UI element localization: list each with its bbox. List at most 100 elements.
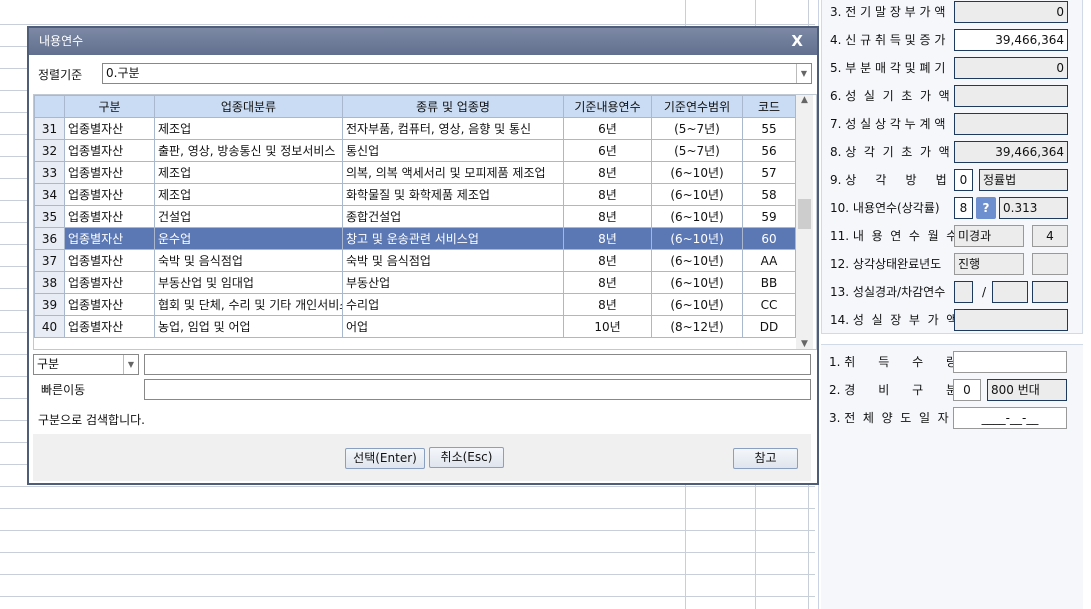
faithful-book-field xyxy=(954,309,1068,331)
table-row[interactable]: 35 업종별자산 건설업 종합건설업 8년 (6~10년) 59 xyxy=(34,205,796,228)
table-cell: 업종별자산 xyxy=(64,271,155,294)
quantity-field[interactable] xyxy=(953,351,1067,373)
table-cell: 35 xyxy=(34,205,65,228)
table-cell: CC xyxy=(742,293,796,316)
scroll-down-icon[interactable]: ▼ xyxy=(796,339,813,349)
select-button[interactable]: 선택(Enter) xyxy=(345,448,425,469)
table-row[interactable]: 33 업종별자산 제조업 의복, 의복 액세서리 및 모피제품 제조업 8년 (6~10년… xyxy=(34,161,796,184)
chevron-down-icon[interactable]: ▼ xyxy=(123,355,138,374)
table-cell: 59 xyxy=(742,205,796,228)
chevron-down-icon[interactable]: ▼ xyxy=(796,64,811,83)
table-cell: 38 xyxy=(34,271,65,294)
search-input[interactable] xyxy=(144,354,811,375)
table-cell: BB xyxy=(742,271,796,294)
table-cell: 협회 및 단체, 수리 및 기타 개인서비스 xyxy=(154,293,343,316)
table-cell: (6~10년) xyxy=(651,249,743,272)
table-cell: 업종별자산 xyxy=(64,205,155,228)
table-cell: (8~12년) xyxy=(651,315,743,338)
prior-book-value-field: 0 xyxy=(954,1,1068,23)
scroll-up-icon[interactable]: ▲ xyxy=(796,95,813,105)
label-faithful-years: 13. 성실경과/차감연수 xyxy=(830,285,946,299)
table-cell: 31 xyxy=(34,117,65,140)
column-header[interactable]: 기준내용연수 xyxy=(563,95,652,118)
label-useful-months: 11. 내 용 연 수 월 수 xyxy=(830,229,958,243)
sort-select[interactable]: 0.구분 ▼ xyxy=(102,63,812,84)
table-cell: 제조업 xyxy=(154,183,343,206)
table-cell: 업종별자산 xyxy=(64,315,155,338)
table-cell: 57 xyxy=(742,161,796,184)
table-row[interactable]: 34 업종별자산 제조업 화학물질 및 화학제품 제조업 8년 (6~10년) 58 xyxy=(34,183,796,206)
table-cell: 업종별자산 xyxy=(64,249,155,272)
table-cell: 6년 xyxy=(563,139,652,162)
table-cell: 화학물질 및 화학제품 제조업 xyxy=(342,183,564,206)
table-cell: (6~10년) xyxy=(651,183,743,206)
table-cell: AA xyxy=(742,249,796,272)
help-icon[interactable]: ? xyxy=(976,197,996,219)
dep-base-field: 39,466,364 xyxy=(954,141,1068,163)
table-cell: 업종별자산 xyxy=(64,227,155,250)
table-cell: 운수업 xyxy=(154,227,343,250)
table-cell: 의복, 의복 액세서리 및 모피제품 제조업 xyxy=(342,161,564,184)
table-row[interactable]: 40 업종별자산 농업, 임업 및 어업 어업 10년 (8~12년) DD xyxy=(34,315,796,338)
column-header[interactable]: 종류 및 업종명 xyxy=(342,95,564,118)
table-cell: 제조업 xyxy=(154,117,343,140)
dep-method-name: 정률법 xyxy=(979,169,1068,191)
table-cell: 8년 xyxy=(563,293,652,316)
faithful-extra-field xyxy=(1032,281,1068,303)
table-cell: (6~10년) xyxy=(651,227,743,250)
column-header[interactable]: 코드 xyxy=(742,95,796,118)
sort-label: 정렬기준 xyxy=(38,68,83,82)
label-faithful-base: 6. 성 실 기 초 가 액 xyxy=(830,89,950,103)
table-cell: 종합건설업 xyxy=(342,205,564,228)
table-cell: 통신업 xyxy=(342,139,564,162)
table-cell: (6~10년) xyxy=(651,271,743,294)
table-row[interactable]: 38 업종별자산 부동산업 및 임대업 부동산업 8년 (6~10년) BB xyxy=(34,271,796,294)
faithful-deduct-field xyxy=(992,281,1028,303)
label-new-acquisition: 4. 신 규 취 득 및 증 가 xyxy=(830,33,946,47)
table-cell: 업종별자산 xyxy=(64,161,155,184)
table-row[interactable]: 32 업종별자산 출판, 영상, 방송통신 및 정보서비스 통신업 6년 (5~7년) 56 xyxy=(34,139,796,162)
label-completion-year: 12. 상각상태완료년도 xyxy=(830,257,942,271)
table-cell: 부동산업 xyxy=(342,271,564,294)
table-cell: 농업, 임업 및 어업 xyxy=(154,315,343,338)
table-cell: (6~10년) xyxy=(651,161,743,184)
table-cell: 출판, 영상, 방송통신 및 정보서비스 xyxy=(154,139,343,162)
table-cell: 전자부품, 컴퓨터, 영상, 음향 및 통신 xyxy=(342,117,564,140)
label-dep-base: 8. 상 각 기 초 가 액 xyxy=(830,145,950,159)
expense-code-field[interactable]: 0 xyxy=(953,379,981,401)
label-transfer-date: 3. 전 체 양 도 일 자 xyxy=(829,411,949,425)
quick-move-input[interactable] xyxy=(144,379,811,400)
table-row[interactable]: 39 업종별자산 협회 및 단체, 수리 및 기타 개인서비스 수리업 8년 (6~10년… xyxy=(34,293,796,316)
table-cell: 33 xyxy=(34,161,65,184)
scrollbar-thumb[interactable] xyxy=(798,199,811,229)
table-cell: (6~10년) xyxy=(651,205,743,228)
table-cell: 어업 xyxy=(342,315,564,338)
transfer-date-field[interactable]: ____-__-__ xyxy=(953,407,1067,429)
search-field-select[interactable]: 구분 ▼ xyxy=(33,354,139,375)
table-cell: 숙박 및 음식점업 xyxy=(342,249,564,272)
new-acquisition-field[interactable]: 39,466,364 xyxy=(954,29,1068,51)
table-scrollbar[interactable]: ▲ ▼ xyxy=(796,95,813,349)
table-cell: 55 xyxy=(742,117,796,140)
column-header[interactable] xyxy=(34,95,65,118)
table-cell: 32 xyxy=(34,139,65,162)
table-row[interactable]: 31 업종별자산 제조업 전자부품, 컴퓨터, 영상, 음향 및 통신 6년 (5~7년)… xyxy=(34,117,796,140)
close-icon[interactable]: X xyxy=(791,28,803,55)
column-header[interactable]: 구분 xyxy=(64,95,155,118)
table-cell: 부동산업 및 임대업 xyxy=(154,271,343,294)
table-row[interactable]: 37 업종별자산 숙박 및 음식점업 숙박 및 음식점업 8년 (6~10년) AA xyxy=(34,249,796,272)
depreciation-section: 3. 전 기 말 장 부 가 액 0 4. 신 규 취 득 및 증 가 39,4… xyxy=(821,0,1083,334)
table-row[interactable]: 36 업종별자산 운수업 창고 및 운송관련 서비스업 8년 (6~10년) 60 xyxy=(34,227,796,250)
table-cell: 39 xyxy=(34,293,65,316)
cancel-button[interactable]: 취소(Esc) xyxy=(429,447,504,468)
table-cell: 창고 및 운송관련 서비스업 xyxy=(342,227,564,250)
column-header[interactable]: 기준연수범위 xyxy=(651,95,743,118)
asset-detail-panel: 3. 전 기 말 장 부 가 액 0 4. 신 규 취 득 및 증 가 39,4… xyxy=(818,0,1091,609)
useful-life-code[interactable]: 8 xyxy=(954,197,973,219)
useful-life-dialog: 내용연수 X 정렬기준 0.구분 ▼ 구분 업종대분류 종류 및 업종명 기준내용연수… xyxy=(27,26,819,485)
faithful-base-field xyxy=(954,85,1068,107)
label-faithful-accum: 7. 성 실 상 각 누 계 액 xyxy=(830,117,946,131)
reference-button[interactable]: 참고 xyxy=(733,448,798,469)
dep-method-code[interactable]: 0 xyxy=(954,169,973,191)
column-header[interactable]: 업종대분류 xyxy=(154,95,343,118)
